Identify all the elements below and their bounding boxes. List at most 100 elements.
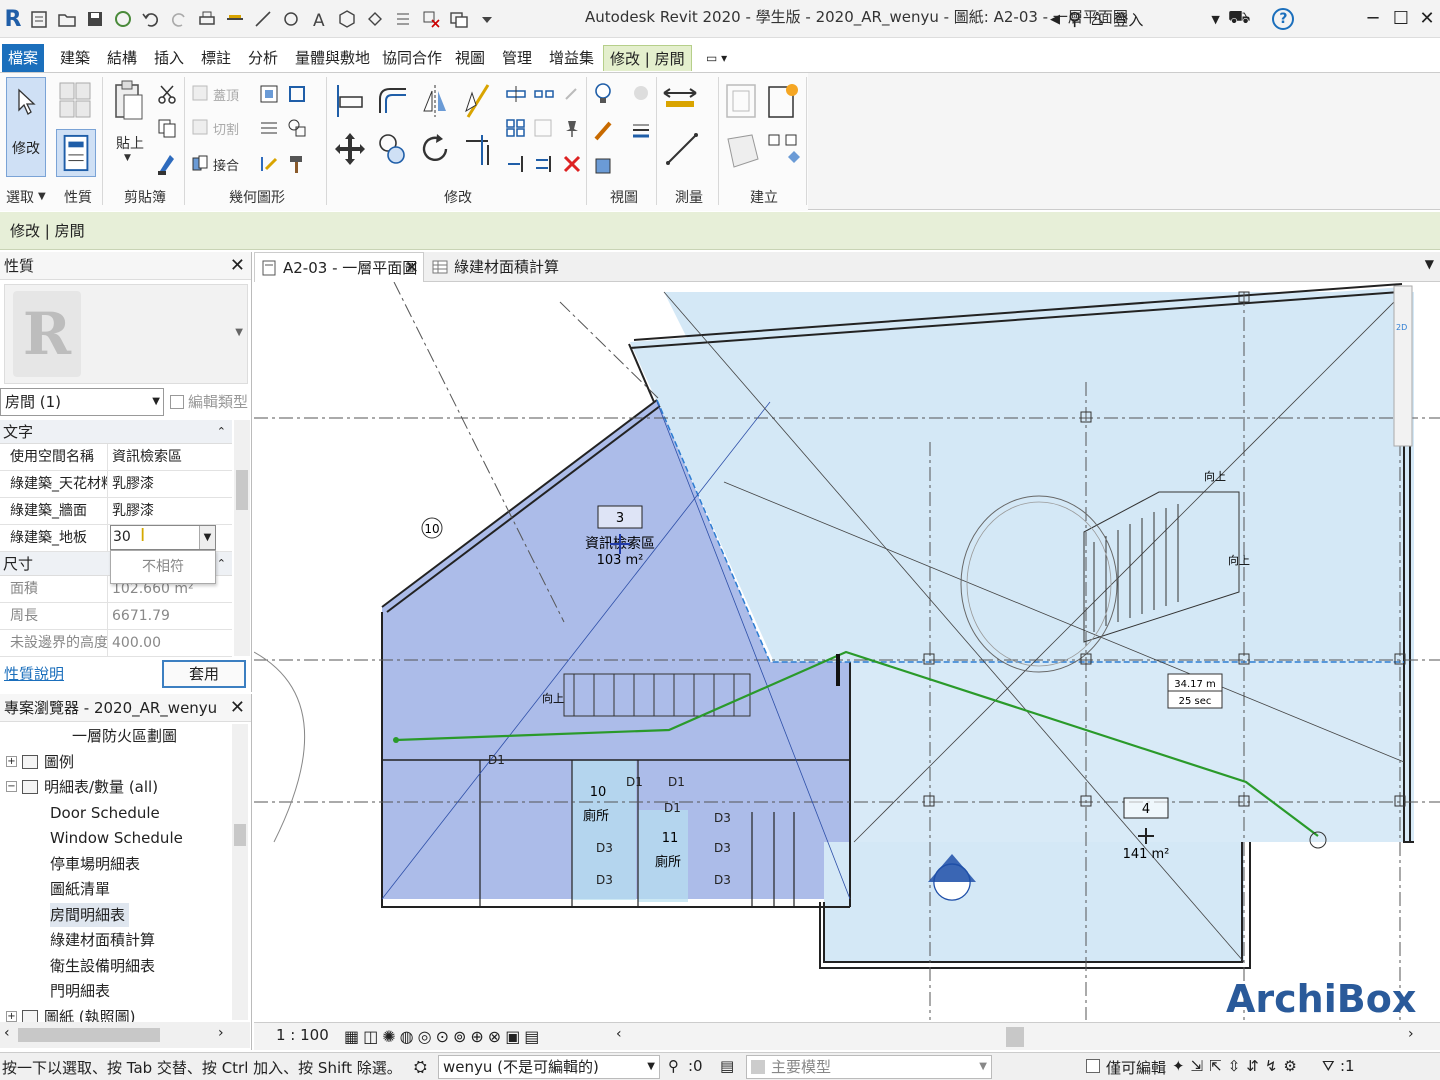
delete-icon[interactable] [560, 153, 584, 175]
tab-collaborate[interactable]: 協同合作 [376, 45, 448, 71]
browser-item[interactable]: Door Schedule [50, 801, 164, 825]
drawing-canvas[interactable]: 10 向上 向上 向上 D1 D1 D1 D1 D3 D3 D3 D3 D3 3… [254, 282, 1440, 1020]
create-assembly-icon[interactable] [766, 81, 800, 121]
cope-label[interactable]: 蓋頂 [213, 85, 239, 104]
aligned-dimension-icon[interactable] [250, 6, 276, 32]
unpin-icon[interactable] [560, 83, 584, 105]
tab-structure[interactable]: 結構 [101, 45, 143, 71]
create-group-icon[interactable] [724, 81, 758, 121]
hscroll-thumb[interactable] [1006, 1027, 1024, 1047]
panel-select-dropdown-icon[interactable]: ▼ [38, 191, 46, 202]
rotate-icon[interactable] [420, 131, 452, 167]
browser-item[interactable]: 門明細表 [50, 979, 114, 1003]
navigation-bar[interactable] [1393, 285, 1413, 447]
property-row[interactable]: 綠建築_地板 30 ▼ I [0, 525, 232, 552]
tab-manage[interactable]: 管理 [496, 45, 538, 71]
chevron-left-icon[interactable]: ‹ [4, 1025, 10, 1041]
cut-geometry-label[interactable]: 切割 [213, 119, 239, 138]
tree-expander-icon[interactable]: + [6, 755, 17, 767]
scale-icon[interactable] [532, 117, 556, 139]
collapse-icon[interactable]: ⌃ [217, 420, 226, 444]
cut-icon[interactable] [156, 83, 178, 105]
tab-analyze[interactable]: 分析 [242, 45, 284, 71]
selection-filter-icons[interactable]: ✦⇲⇱⇳⇵↯⚙ [1172, 1057, 1303, 1075]
paste-icon[interactable] [110, 79, 146, 123]
maximize-icon[interactable]: ☐ [1388, 4, 1414, 32]
floor-material-combobox[interactable]: 30 ▼ [110, 525, 216, 550]
panel-properties[interactable]: 性質 [64, 187, 92, 207]
print-icon[interactable] [194, 6, 220, 32]
editable-only-checkbox[interactable] [1086, 1057, 1100, 1075]
collapse-icon[interactable]: ⌃ [217, 552, 226, 576]
trim-multiple-icon[interactable] [532, 153, 556, 175]
browser-item[interactable]: 房間明細表 [50, 902, 130, 927]
match-type-icon[interactable] [156, 151, 178, 177]
copy-icon[interactable] [156, 117, 178, 139]
filter-icon[interactable]: ⛛ [1322, 1057, 1335, 1075]
help-icon[interactable]: ? [1272, 8, 1295, 30]
paste-dropdown-icon[interactable]: ▼ [124, 153, 131, 163]
properties-close-icon[interactable]: ✕ [230, 252, 245, 280]
create-similar-icon[interactable] [766, 131, 800, 171]
browser-item[interactable]: + 圖例 [6, 750, 78, 774]
scroll-thumb[interactable] [234, 824, 246, 846]
workset-select[interactable]: wenyu (不是可編輯的) ▼ [438, 1055, 660, 1079]
lightbulb-icon[interactable] [592, 81, 614, 107]
tab-modify-rooms[interactable]: 修改 | 房間 [603, 45, 692, 71]
align-icon[interactable] [334, 83, 366, 119]
text-icon[interactable]: A [306, 6, 332, 32]
measure-icon[interactable] [222, 6, 248, 32]
browser-hscrollbar[interactable]: ‹ › [0, 1022, 250, 1048]
paint-icon[interactable] [286, 83, 308, 105]
tab-close-icon[interactable]: ✕ [405, 253, 419, 283]
panel-toggle-icon[interactable]: ▭ ▾ [700, 45, 733, 71]
tab-file[interactable]: 檔案 [2, 44, 44, 72]
join-label[interactable]: 接合 [213, 155, 239, 174]
binoculars-icon[interactable]: ⚲ [1068, 9, 1081, 30]
cut-geometry-icon[interactable] [190, 117, 210, 137]
design-options-icon[interactable]: ▤ [720, 1057, 734, 1075]
thin-lines-icon[interactable] [390, 6, 416, 32]
align-dims-icon[interactable] [258, 153, 280, 175]
open-icon[interactable] [54, 6, 80, 32]
property-value[interactable]: 資訊檢索區 [110, 444, 230, 471]
split-gap-icon[interactable] [532, 83, 556, 105]
type-dropdown-icon[interactable]: ▼ [235, 327, 243, 338]
recent-files-icon[interactable] [26, 6, 52, 32]
browser-item[interactable]: 衛生設備明細表 [50, 954, 159, 978]
chevron-down-icon[interactable]: ▼ [1211, 13, 1219, 26]
override-graphics-icon[interactable] [630, 81, 652, 107]
linework-icon[interactable] [592, 117, 614, 143]
save-icon[interactable] [82, 6, 108, 32]
split-face-icon[interactable] [258, 117, 280, 139]
type-properties-icon[interactable] [58, 81, 92, 121]
trim-extend-icon[interactable] [462, 131, 494, 167]
tab-annotate[interactable]: 標註 [195, 45, 237, 71]
browser-item[interactable]: 一層防火區劃圖 [72, 724, 181, 748]
panel-create[interactable]: 建立 [750, 187, 778, 207]
type-preview[interactable]: R ▼ [4, 284, 248, 384]
tree-expander-icon[interactable]: − [6, 781, 17, 792]
chevron-down-icon[interactable]: ▼ [199, 526, 215, 549]
undo-icon[interactable] [138, 6, 164, 32]
sign-in-link[interactable]: 登入 [1113, 9, 1143, 30]
close-window-icon[interactable]: ✕ [1414, 4, 1440, 32]
customize-qat-icon[interactable] [474, 6, 500, 32]
copy-element-icon[interactable] [376, 131, 410, 167]
aligned-dimension-tool-icon[interactable] [664, 131, 700, 167]
browser-item[interactable]: 停車場明細表 [50, 852, 144, 876]
scroll-thumb[interactable] [236, 470, 248, 510]
trim-single-icon[interactable] [504, 153, 528, 175]
tree-expander-icon[interactable]: + [6, 1010, 17, 1022]
line-weight-icon[interactable] [630, 117, 652, 143]
view-control-icons[interactable]: ▦◫✺◍◎⊙⊚⊕⊗▣▤ [344, 1027, 543, 1046]
tag-icon[interactable] [278, 6, 304, 32]
tab-massing-site[interactable]: 量體與敷地 [289, 45, 376, 71]
panel-select[interactable]: 選取 [6, 187, 34, 207]
3d-view-icon[interactable] [334, 6, 360, 32]
tabs-dropdown-icon[interactable]: ▼ [1425, 257, 1434, 271]
scroll-thumb[interactable] [18, 1028, 160, 1042]
browser-close-icon[interactable]: ✕ [230, 694, 245, 722]
join-icon[interactable] [190, 153, 210, 173]
measure-distance-icon[interactable] [662, 83, 698, 113]
